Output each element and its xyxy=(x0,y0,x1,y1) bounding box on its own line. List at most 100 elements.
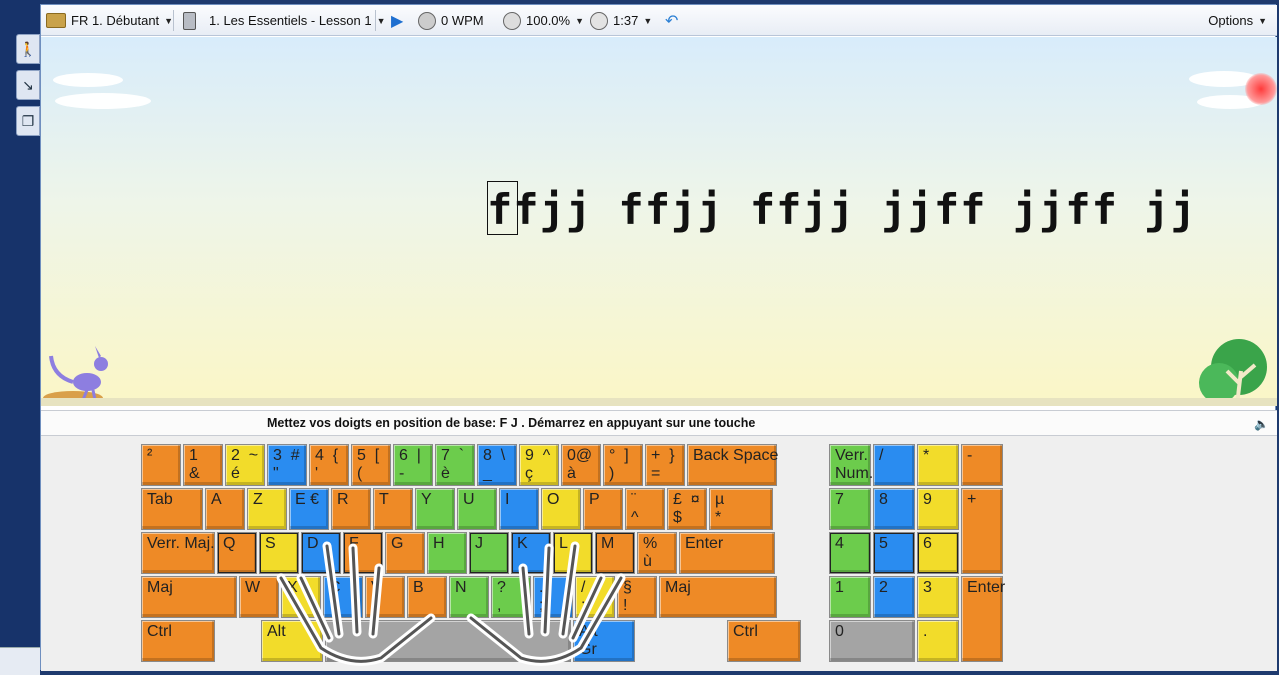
key-4-2[interactable] xyxy=(325,620,571,662)
key-0-12[interactable]: + } = xyxy=(645,444,685,486)
key-2-11[interactable]: % ù xyxy=(637,532,677,574)
numpad-key-14[interactable]: Enter xyxy=(961,576,1005,662)
key-4-3[interactable]: Alt Gr xyxy=(573,620,635,662)
toolbar: FR 1. Débutant ▼ 1. Les Essentiels - Les… xyxy=(41,5,1277,36)
key-2-3[interactable]: D xyxy=(301,532,341,574)
key-3-11[interactable]: Maj xyxy=(659,576,777,618)
key-0-1[interactable]: 1 & xyxy=(183,444,223,486)
key-3-4[interactable]: V xyxy=(365,576,405,618)
key-0-3[interactable]: 3 # " xyxy=(267,444,307,486)
toolbar-divider xyxy=(375,10,376,31)
key-2-4[interactable]: F xyxy=(343,532,383,574)
numpad-key-4[interactable]: 7 xyxy=(829,488,871,530)
key-1-8[interactable]: I xyxy=(499,488,539,530)
key-0-6[interactable]: 6 | - xyxy=(393,444,433,486)
key-0-9[interactable]: 9 ^ ç xyxy=(519,444,559,486)
typing-tutor-app: 🚶 ↘ ❐ FR 1. Débutant ▼ 1. Les Essentiels… xyxy=(0,0,1279,675)
lesson-dropdown[interactable]: 1. Les Essentiels - Lesson 1 ▼ xyxy=(183,5,386,36)
key-3-6[interactable]: N xyxy=(449,576,489,618)
key-0-7[interactable]: 7 ` è xyxy=(435,444,475,486)
key-1-13[interactable]: µ * xyxy=(709,488,773,530)
virtual-keyboard: ²1 & 2 ~ é3 # " 4 { ' 5 [ (6 | -7 ` è8 \ _ 9… xyxy=(41,436,1277,671)
key-2-1[interactable]: Q xyxy=(217,532,257,574)
key-3-8[interactable]: . ; xyxy=(533,576,573,618)
key-2-7[interactable]: J xyxy=(469,532,509,574)
course-dropdown[interactable]: FR 1. Débutant ▼ xyxy=(46,5,173,36)
toolbar-divider xyxy=(173,10,174,31)
key-2-6[interactable]: H xyxy=(427,532,467,574)
undo-button[interactable]: ↶ xyxy=(665,5,678,36)
key-1-5[interactable]: T xyxy=(373,488,413,530)
speed-dropdown[interactable]: 0 WPM xyxy=(418,5,484,36)
numpad-key-8[interactable]: 4 xyxy=(829,532,871,574)
status-bar: Mettez vos doigts en position de base: F… xyxy=(41,410,1277,436)
kangaroo-mascot xyxy=(43,342,111,405)
key-3-1[interactable]: W xyxy=(239,576,279,618)
key-0-2[interactable]: 2 ~ é xyxy=(225,444,265,486)
chevron-down-icon: ▼ xyxy=(164,15,174,26)
key-1-2[interactable]: Z xyxy=(247,488,287,530)
numpad-key-3[interactable]: - xyxy=(961,444,1003,486)
key-1-9[interactable]: O xyxy=(541,488,581,530)
time-dropdown[interactable]: 1:37 ▼ xyxy=(590,5,652,36)
key-1-11[interactable]: ¨ ^ xyxy=(625,488,665,530)
key-0-5[interactable]: 5 [ ( xyxy=(351,444,391,486)
key-2-8[interactable]: K xyxy=(511,532,551,574)
key-1-12[interactable]: £ ¤ $ xyxy=(667,488,707,530)
numpad-key-2[interactable]: * xyxy=(917,444,959,486)
typing-scene[interactable]: ffjj ffjj ffjj jjff jjff jj xyxy=(41,37,1277,406)
key-2-10[interactable]: M xyxy=(595,532,635,574)
key-1-4[interactable]: R xyxy=(331,488,371,530)
numpad-key-12[interactable]: 2 xyxy=(873,576,915,618)
numpad-key-5[interactable]: 8 xyxy=(873,488,915,530)
key-2-0[interactable]: Verr. Maj. xyxy=(141,532,215,574)
numpad-key-1[interactable]: / xyxy=(873,444,915,486)
key-1-3[interactable]: E € xyxy=(289,488,329,530)
key-2-2[interactable]: S xyxy=(259,532,299,574)
key-1-7[interactable]: U xyxy=(457,488,497,530)
speaker-icon[interactable]: 🔈 xyxy=(1254,417,1269,431)
key-3-9[interactable]: / : xyxy=(575,576,615,618)
play-button[interactable]: ▶ xyxy=(391,5,403,36)
key-0-4[interactable]: 4 { ' xyxy=(309,444,349,486)
key-0-13[interactable]: Back Space xyxy=(687,444,778,486)
numpad-key-16[interactable]: . xyxy=(917,620,959,662)
numpad-key-15[interactable]: 0 xyxy=(829,620,915,662)
chevron-down-icon: ▼ xyxy=(575,15,585,26)
key-1-0[interactable]: Tab xyxy=(141,488,203,530)
accuracy-dropdown[interactable]: 100.0% ▼ xyxy=(503,5,584,36)
ground-strip xyxy=(41,398,1277,406)
instruction-text: Mettez vos doigts en position de base: F… xyxy=(267,416,756,430)
numpad-key-10[interactable]: 6 xyxy=(917,532,959,574)
key-2-5[interactable]: G xyxy=(385,532,425,574)
key-0-8[interactable]: 8 \ _ xyxy=(477,444,517,486)
key-3-2[interactable]: X xyxy=(281,576,321,618)
key-0-11[interactable]: ° ] ) xyxy=(603,444,643,486)
key-4-0[interactable]: Ctrl xyxy=(141,620,215,662)
key-4-1[interactable]: Alt xyxy=(261,620,323,662)
key-3-10[interactable]: § ! xyxy=(617,576,657,618)
numpad-key-11[interactable]: 1 xyxy=(829,576,871,618)
key-0-10[interactable]: 0@ à xyxy=(561,444,601,486)
key-4-4[interactable]: Ctrl xyxy=(727,620,801,662)
pages-stack-icon[interactable]: ❐ xyxy=(16,106,40,136)
key-3-0[interactable]: Maj xyxy=(141,576,237,618)
lesson-mode-icon[interactable]: 🚶 xyxy=(16,34,40,64)
key-2-12[interactable]: Enter xyxy=(679,532,775,574)
key-1-6[interactable]: Y xyxy=(415,488,455,530)
numpad-key-9[interactable]: 5 xyxy=(873,532,915,574)
options-dropdown[interactable]: Options ▼ xyxy=(1208,5,1267,36)
statistics-chart-icon[interactable]: ↘ xyxy=(16,70,40,100)
key-3-5[interactable]: B xyxy=(407,576,447,618)
taskbar-stub xyxy=(0,647,40,675)
key-2-9[interactable]: L xyxy=(553,532,593,574)
key-0-0[interactable]: ² xyxy=(141,444,181,486)
key-3-7[interactable]: ? , xyxy=(491,576,531,618)
key-1-10[interactable]: P xyxy=(583,488,623,530)
numpad-key-6[interactable]: 9 xyxy=(917,488,959,530)
key-1-1[interactable]: A xyxy=(205,488,245,530)
numpad-key-13[interactable]: 3 xyxy=(917,576,959,618)
numpad-key-7[interactable]: + xyxy=(961,488,1003,574)
key-3-3[interactable]: C xyxy=(323,576,363,618)
numpad-key-0[interactable]: Verr. Num. xyxy=(829,444,873,486)
